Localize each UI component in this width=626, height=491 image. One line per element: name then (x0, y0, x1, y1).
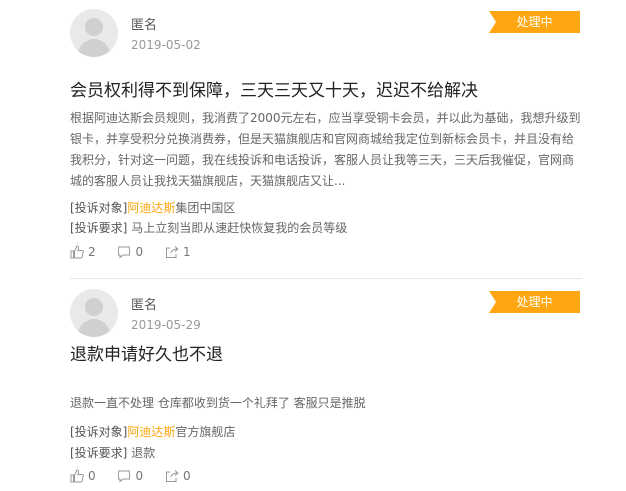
complaint-title[interactable]: 退款申请好久也不退 (70, 344, 223, 366)
target-brand-link[interactable]: 阿迪达斯 (127, 425, 175, 439)
complaint-target: [投诉对象]阿迪达斯集团中国区 (70, 199, 235, 217)
target-label: [投诉对象] (70, 201, 128, 215)
share-icon (165, 470, 179, 482)
like-count: 2 (88, 245, 96, 259)
status-badge: 处理中 (489, 291, 580, 313)
complaint-request: [投诉要求] 退款 (70, 444, 155, 462)
share-button[interactable]: 1 (165, 245, 191, 259)
post-date: 2019-05-29 (131, 318, 201, 332)
request-text: 退款 (131, 446, 156, 460)
comment-button[interactable]: 0 (117, 469, 143, 483)
complaint-target: [投诉对象]阿迪达斯官方旗舰店 (70, 423, 235, 441)
user-name: 匿名 (131, 298, 158, 313)
target-rest: 集团中国区 (175, 201, 236, 215)
divider (70, 278, 582, 279)
comment-icon (118, 246, 131, 259)
complaint-card[interactable]: 匿名 2019-05-02 处理中 会员权利得不到保障，三天三天又十天，迟迟不给… (0, 0, 626, 279)
target-rest: 官方旗舰店 (175, 425, 236, 439)
comment-count: 0 (135, 245, 144, 259)
request-label: [投诉要求] (70, 446, 128, 460)
like-button[interactable]: 2 (70, 245, 96, 259)
complaint-title[interactable]: 会员权利得不到保障，三天三天又十天，迟迟不给解决 (70, 80, 478, 102)
complaint-description: 根据阿迪达斯会员规则，我消费了2000元左右，应当享受铜卡会员，并以此为基础，我… (70, 111, 581, 188)
post-date: 2019-05-02 (131, 38, 201, 52)
request-label: [投诉要求] (70, 221, 128, 235)
comment-button[interactable]: 0 (117, 245, 143, 259)
share-count: 1 (182, 245, 191, 259)
avatar (70, 9, 118, 57)
like-button[interactable]: 0 (70, 469, 96, 483)
stats-bar: 2 0 1 (70, 245, 209, 262)
request-text: 马上立刻当即从速赶快恢复我的会员等级 (131, 221, 348, 235)
complaint-request: [投诉要求] 马上立刻当即从速赶快恢复我的会员等级 (70, 219, 347, 237)
share-button[interactable]: 0 (165, 469, 191, 483)
complaint-card[interactable]: 匿名 2019-05-29 处理中 退款申请好久也不退 退款一直不处理 仓库都收… (0, 280, 626, 491)
user-name: 匿名 (131, 18, 158, 33)
status-badge: 处理中 (489, 11, 580, 33)
comment-count: 0 (135, 469, 144, 483)
target-brand-link[interactable]: 阿迪达斯 (127, 201, 175, 215)
complaint-description: 退款一直不处理 仓库都收到货一个礼拜了 客服只是推脱 (70, 396, 366, 410)
thumbs-up-icon (70, 245, 84, 259)
like-count: 0 (88, 469, 96, 483)
share-count: 0 (182, 469, 191, 483)
target-label: [投诉对象] (70, 425, 128, 439)
stats-bar: 0 0 0 (70, 469, 209, 486)
comment-icon (118, 470, 131, 483)
share-icon (165, 246, 179, 258)
thumbs-up-icon (70, 469, 84, 483)
avatar (70, 289, 118, 337)
